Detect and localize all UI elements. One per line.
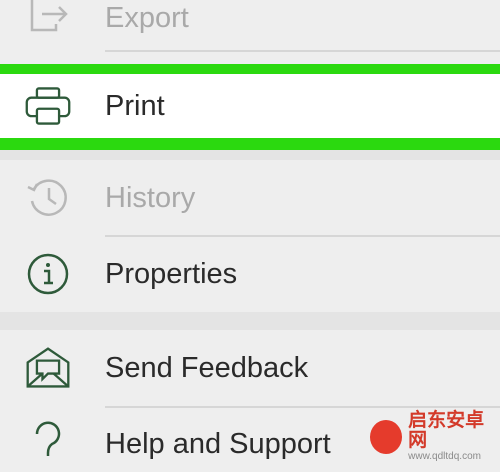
menu-item-label: Export xyxy=(105,2,189,34)
menu-item-history[interactable]: History xyxy=(0,170,500,226)
divider xyxy=(105,406,500,408)
menu-item-properties[interactable]: Properties xyxy=(0,246,500,302)
watermark-url: www.qdltdq.com xyxy=(408,451,481,462)
divider xyxy=(105,50,500,52)
question-icon xyxy=(24,420,72,468)
context-menu: Export Print History Properties Send Fee… xyxy=(0,0,500,464)
menu-item-send-feedback[interactable]: Send Feedback xyxy=(0,340,500,396)
info-icon xyxy=(24,250,72,298)
menu-item-export[interactable]: Export xyxy=(0,0,500,46)
watermark-text: 启东安卓网 www.qdltdq.com xyxy=(408,411,498,463)
menu-item-label: Help and Support xyxy=(105,428,331,460)
printer-icon xyxy=(24,82,72,130)
menu-item-label: Print xyxy=(105,90,165,122)
group-separator xyxy=(0,312,500,330)
watermark-title: 启东安卓网 xyxy=(408,410,485,451)
menu-item-label: Send Feedback xyxy=(105,352,309,384)
export-icon xyxy=(24,0,72,42)
menu-item-label: Properties xyxy=(105,258,238,290)
watermark: 启东安卓网 www.qdltdq.com xyxy=(370,411,498,463)
watermark-logo-icon xyxy=(370,420,403,454)
menu-item-label: History xyxy=(105,182,196,214)
menu-item-print[interactable]: Print xyxy=(0,78,500,134)
feedback-envelope-icon xyxy=(24,344,72,392)
divider xyxy=(105,235,500,237)
history-icon xyxy=(24,174,72,222)
group-separator xyxy=(0,150,500,160)
